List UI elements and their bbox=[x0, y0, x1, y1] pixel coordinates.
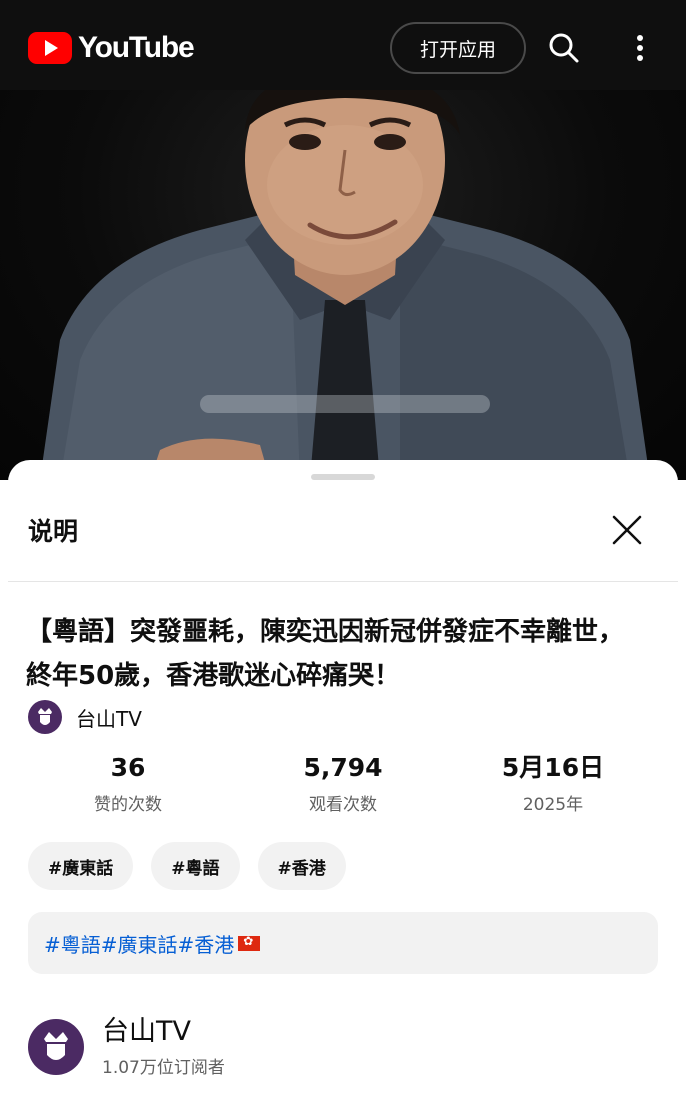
hong-kong-flag-icon bbox=[238, 934, 261, 951]
video-player[interactable]: YouTube 打开应用 bbox=[0, 0, 686, 480]
top-app-bar: YouTube 打开应用 bbox=[0, 0, 686, 90]
description-hashtags[interactable]: #粵語#廣東話#香港 bbox=[44, 929, 234, 958]
stat-value: 36 bbox=[110, 753, 146, 782]
more-vertical-icon[interactable] bbox=[622, 30, 658, 66]
channel-avatar-icon[interactable] bbox=[28, 700, 62, 734]
channel-row-small[interactable]: 台山TV bbox=[28, 700, 142, 734]
stat-likes: 36 赞的次数 bbox=[28, 750, 228, 815]
close-icon[interactable] bbox=[610, 513, 644, 547]
channel-avatar-icon[interactable] bbox=[28, 1018, 84, 1075]
stats-row: 36 赞的次数 5,794 观看次数 5月16日 2025年 bbox=[8, 750, 678, 820]
stat-value: 5,794 bbox=[303, 753, 383, 782]
description-sheet: 说明 【粵語】突發噩耗，陳奕迅因新冠併發症不幸離世，終年50歲，香港歌迷心碎痛哭… bbox=[8, 460, 678, 1094]
stat-label: 2025年 bbox=[522, 795, 584, 815]
drag-handle[interactable] bbox=[311, 474, 375, 480]
stat-date: 5月16日 2025年 bbox=[453, 750, 653, 815]
stat-views: 5,794 观看次数 bbox=[243, 750, 443, 815]
channel-card[interactable]: 台山TV 1.07万位订阅者 bbox=[28, 1015, 225, 1078]
youtube-logo-text: YouTube bbox=[78, 31, 195, 64]
channel-info: 台山TV 1.07万位订阅者 bbox=[102, 1015, 225, 1078]
hashtag-chip[interactable]: #粵語 bbox=[151, 842, 240, 890]
video-title: 【粵語】突發噩耗，陳奕迅因新冠併發症不幸離世，終年50歲，香港歌迷心碎痛哭！ bbox=[26, 617, 625, 691]
description-box: #粵語#廣東話#香港 bbox=[28, 912, 658, 974]
search-icon[interactable] bbox=[546, 30, 582, 66]
video-thumbnail-person bbox=[40, 90, 650, 480]
channel-name-large[interactable]: 台山TV bbox=[102, 1015, 225, 1049]
divider bbox=[8, 581, 678, 582]
hashtag-chip[interactable]: #廣東話 bbox=[28, 842, 134, 890]
sheet-title: 说明 bbox=[28, 517, 79, 546]
subscriber-count: 1.07万位订阅者 bbox=[102, 1058, 225, 1078]
open-app-button[interactable]: 打开应用 bbox=[390, 22, 526, 74]
youtube-play-icon bbox=[28, 32, 72, 64]
stat-label: 观看次数 bbox=[309, 795, 377, 815]
hashtag-chips: #廣東話 #粵語 #香港 bbox=[28, 842, 346, 890]
stat-value: 5月16日 bbox=[501, 753, 605, 782]
hashtag-chip[interactable]: #香港 bbox=[257, 842, 346, 890]
youtube-logo[interactable]: YouTube bbox=[28, 31, 195, 65]
stat-label: 赞的次数 bbox=[94, 795, 162, 815]
channel-name[interactable]: 台山TV bbox=[76, 703, 142, 732]
